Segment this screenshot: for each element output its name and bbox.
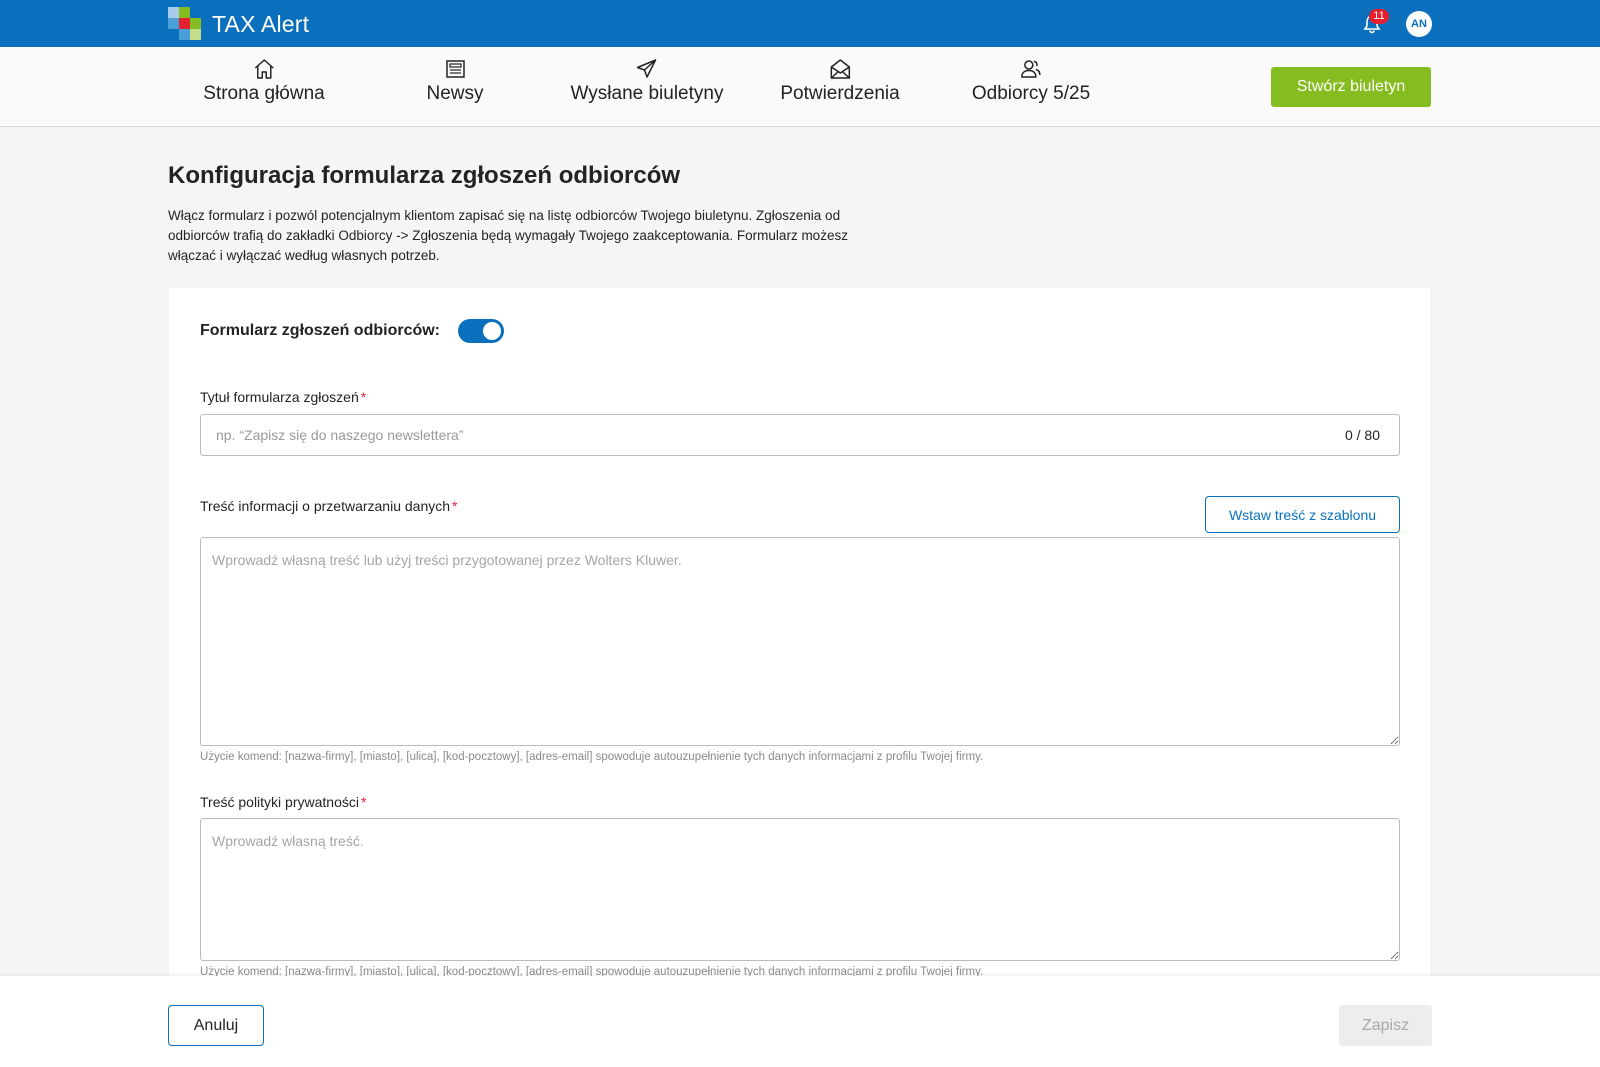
nav-item-news[interactable]: Newsy — [426, 57, 484, 105]
privacy-field-label: Treść polityki prywatności * — [200, 794, 366, 810]
title-input[interactable] — [200, 414, 1400, 456]
nav-label: Odbiorcy 5/25 — [971, 83, 1091, 104]
save-button[interactable]: Zapisz — [1339, 1005, 1432, 1046]
nav-label: Strona główna — [203, 83, 325, 104]
nav-item-home[interactable]: Strona główna — [203, 57, 325, 105]
users-icon — [1021, 60, 1041, 78]
privacy-textarea[interactable] — [200, 818, 1400, 961]
page-title: Konfiguracja formularza zgłoszeń odbiorc… — [168, 162, 681, 189]
required-mark: * — [360, 389, 367, 405]
nav-label: Newsy — [426, 83, 484, 104]
footer-bar: Anuluj Zapisz — [0, 976, 1600, 1067]
form-toggle-switch[interactable] — [458, 319, 505, 343]
nav-item-sent-newsletters[interactable]: Wysłane biuletyny — [570, 57, 724, 105]
main-nav: Strona główna Newsy Wysłane biuletyny Po… — [0, 47, 1600, 127]
paper-plane-icon — [637, 59, 657, 78]
notification-badge: 11 — [1369, 9, 1389, 24]
avatar[interactable]: AN — [1406, 11, 1432, 37]
form-card: Formularz zgłoszeń odbiorców: Tytuł form… — [169, 288, 1430, 988]
wolters-kluwer-logo-icon — [168, 7, 202, 41]
title-field-label-text: Tytuł formularza zgłoszeń — [200, 389, 359, 405]
home-icon — [254, 59, 274, 79]
data-processing-textarea[interactable] — [200, 537, 1400, 746]
envelope-open-icon — [830, 59, 850, 79]
form-toggle-row: Formularz zgłoszeń odbiorców: — [200, 319, 505, 343]
required-mark: * — [452, 498, 458, 514]
brand[interactable]: TAX Alert — [168, 7, 309, 41]
title-field-label: Tytuł formularza zgłoszeń * — [200, 389, 366, 405]
newspaper-icon — [445, 60, 465, 78]
data-processing-field-label: Treść informacji o przetwarzaniu danych * — [200, 498, 457, 514]
required-mark: * — [360, 794, 367, 810]
privacy-field-label-text: Treść polityki prywatności — [200, 794, 359, 810]
page-description: Włącz formularz i pozwól potencjalnym kl… — [168, 208, 848, 263]
create-newsletter-button[interactable]: Stwórz biuletyn — [1271, 67, 1431, 107]
data-processing-field-label-text: Treść informacji o przetwarzaniu danych — [200, 498, 451, 514]
app-name: TAX Alert — [212, 10, 310, 37]
nav-label: Wysłane biuletyny — [570, 83, 724, 104]
form-toggle-label: Formularz zgłoszeń odbiorców: — [200, 322, 441, 339]
nav-item-recipients[interactable]: Odbiorcy 5/25 — [972, 57, 1090, 105]
nav-item-confirmations[interactable]: Potwierdzenia — [780, 57, 900, 105]
cancel-button[interactable]: Anuluj — [168, 1005, 264, 1046]
title-char-counter: 0 / 80 — [1344, 427, 1380, 443]
insert-template-button[interactable]: Wstaw treść z szablonu — [1205, 496, 1400, 533]
top-bar: TAX Alert 11 AN — [0, 0, 1600, 47]
nav-label: Potwierdzenia — [780, 83, 900, 104]
data-processing-hint: Użycie komend: [nazwa-firmy], [miasto], … — [200, 751, 984, 763]
